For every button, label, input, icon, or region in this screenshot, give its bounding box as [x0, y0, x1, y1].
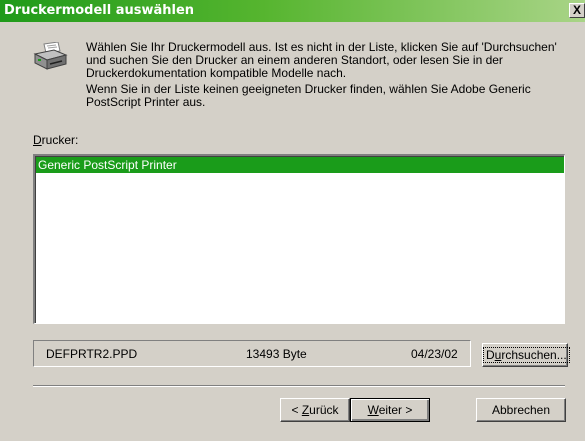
- ppd-filename: DEFPRTR2.PPD: [46, 347, 138, 361]
- ppd-file-date: 04/23/02: [411, 347, 458, 361]
- instruction-paragraph-fallback: Wenn Sie in der Liste keinen geeigneten …: [86, 82, 531, 109]
- browse-label-post: rchsuchen...: [501, 348, 567, 362]
- printer-icon: [33, 42, 68, 70]
- browse-label-pre: D: [486, 348, 495, 362]
- printer-list-label-accelerator: D: [33, 133, 42, 147]
- ppd-file-info: DEFPRTR2.PPD 13493 Byte 04/23/02: [33, 340, 471, 367]
- dialog-title: Druckermodell auswählen: [4, 3, 195, 18]
- back-label-pre: <: [291, 403, 302, 417]
- close-button[interactable]: X: [569, 3, 585, 18]
- instruction-text: Wählen Sie Ihr Druckermodell aus. Ist es…: [86, 41, 566, 112]
- browse-button-label: Durchsuchen...: [483, 347, 570, 363]
- title-bar[interactable]: Druckermodell auswählen X: [0, 0, 585, 22]
- printer-list-item[interactable]: Generic PostScript Printer: [36, 157, 564, 173]
- select-printer-model-dialog: Druckermodell auswählen X Wählen Sie Ihr…: [0, 0, 585, 441]
- button-separator: [33, 385, 565, 387]
- printer-listbox-inner: Generic PostScript Printer: [35, 156, 564, 323]
- ppd-file-size: 13493 Byte: [246, 347, 307, 361]
- printer-list-label: Drucker:: [33, 133, 78, 147]
- next-button[interactable]: Weiter >: [350, 398, 430, 422]
- next-label-post: eiter >: [378, 403, 413, 417]
- back-button[interactable]: < Zurück: [280, 398, 350, 422]
- next-label-accel: W: [367, 403, 379, 417]
- back-label-post: urück: [309, 403, 339, 417]
- instruction-paragraph: Wählen Sie Ihr Druckermodell aus. Ist es…: [86, 40, 557, 80]
- printer-listbox[interactable]: Generic PostScript Printer: [33, 154, 565, 324]
- printer-list-label-text: rucker:: [41, 133, 79, 147]
- cancel-button[interactable]: Abbrechen: [476, 398, 566, 422]
- browse-button[interactable]: Durchsuchen...: [482, 343, 570, 367]
